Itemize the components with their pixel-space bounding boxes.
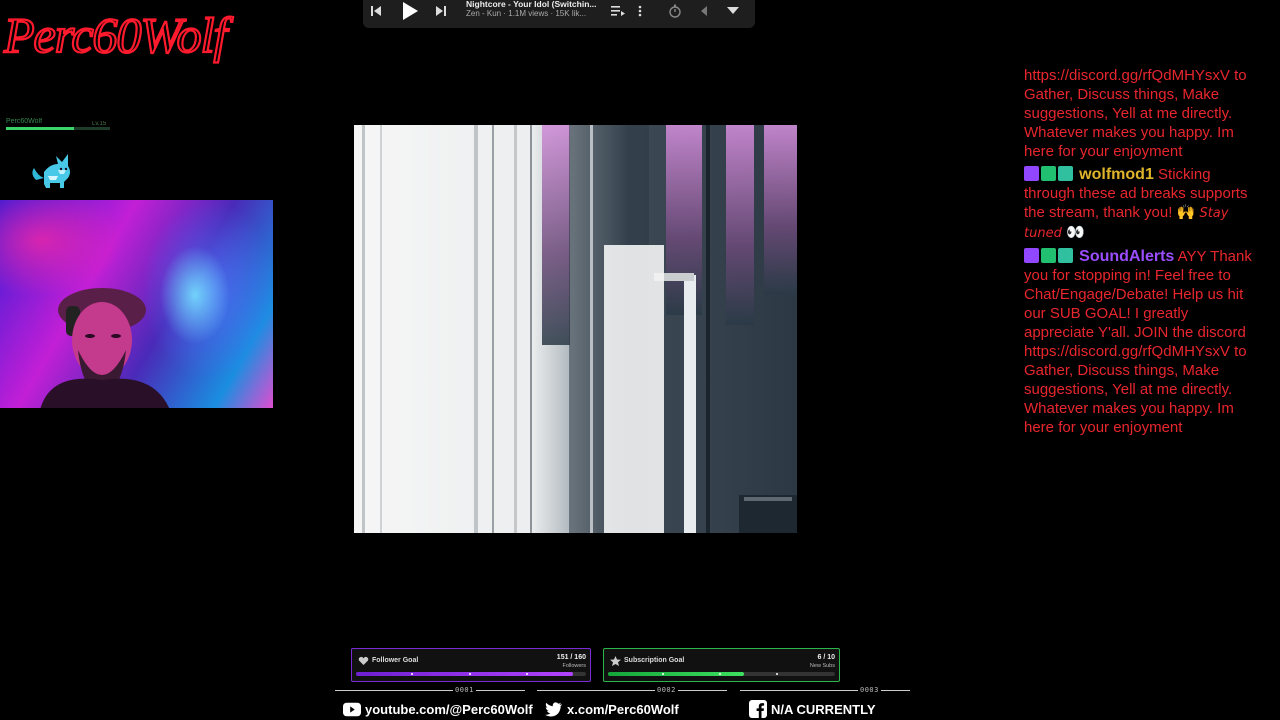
triangle-left-icon bbox=[701, 6, 707, 16]
webcam-feed bbox=[0, 200, 273, 408]
chat-username[interactable]: wolfmod1 bbox=[1079, 166, 1154, 183]
fox-mascot-icon bbox=[32, 154, 70, 188]
subscription-goal-track bbox=[608, 672, 835, 676]
twitch-badge-icon bbox=[1024, 166, 1039, 181]
stopwatch-icon bbox=[669, 4, 681, 18]
social-divider bbox=[335, 690, 525, 691]
social-divider bbox=[740, 690, 910, 691]
follower-goal-count: 151 / 160 bbox=[556, 654, 586, 661]
follower-goal-label: Follower Goal bbox=[372, 657, 419, 664]
x-link[interactable]: x.com/Perc60Wolf bbox=[545, 699, 679, 719]
social-index-2: 0002 bbox=[655, 686, 678, 694]
subscription-goal-widget: Subscription Goal 6 / 10 New Subs bbox=[603, 648, 840, 682]
music-video-frame bbox=[354, 125, 797, 533]
track-title: Nightcore - Your Idol (Switchin... bbox=[466, 0, 597, 9]
track-subtitle: Zen - Kun · 1.1M views · 15K lik... bbox=[466, 9, 587, 18]
moderator-badge-icon bbox=[1058, 248, 1073, 263]
social-index-1: 0001 bbox=[453, 686, 476, 694]
social-divider bbox=[537, 690, 727, 691]
channel-logo: Perc60Wolf bbox=[2, 6, 236, 64]
triangle-down-icon bbox=[727, 7, 739, 14]
streamer-silhouette bbox=[40, 288, 170, 408]
youtube-link[interactable]: youtube.com/@Perc60Wolf bbox=[343, 699, 533, 719]
goal-tick bbox=[775, 673, 778, 675]
more-vertical-icon bbox=[638, 5, 642, 17]
facebook-link-label: N/A CURRENTLY bbox=[771, 701, 876, 717]
media-player-bar: Nightcore - Your Idol (Switchin... Zen -… bbox=[363, 0, 755, 28]
more-options-button[interactable] bbox=[629, 0, 651, 22]
youtube-icon bbox=[343, 700, 361, 718]
twitter-bird-icon bbox=[545, 700, 563, 718]
social-index-3: 0003 bbox=[858, 686, 881, 694]
facebook-icon bbox=[749, 700, 767, 718]
play-button[interactable] bbox=[396, 0, 424, 24]
collapse-left-button[interactable] bbox=[693, 0, 715, 22]
twitch-badge-icon bbox=[1024, 248, 1039, 263]
edit-badge-icon bbox=[1041, 166, 1056, 181]
subscription-goal-count: 6 / 10 bbox=[817, 654, 835, 661]
play-icon bbox=[403, 2, 418, 20]
previous-track-button[interactable] bbox=[365, 0, 387, 22]
facebook-link[interactable]: N/A CURRENTLY bbox=[749, 699, 876, 719]
chat-message-text: AYY Thank you for stopping in! Feel free… bbox=[1024, 248, 1252, 436]
eyes-emote: 👀 bbox=[1066, 224, 1085, 241]
chat-username[interactable]: SoundAlerts bbox=[1079, 248, 1174, 265]
follower-goal-unit: Followers bbox=[562, 663, 586, 669]
goal-tick bbox=[468, 673, 471, 675]
chat-message: SoundAlerts AYY Thank you for stopping i… bbox=[1024, 247, 1252, 437]
next-track-button[interactable] bbox=[430, 0, 452, 22]
follower-goal-fill bbox=[356, 672, 574, 676]
mini-progress-bar bbox=[6, 127, 110, 130]
expand-down-button[interactable] bbox=[722, 0, 744, 22]
chat-message: wolfmod1 Sticking through these ad break… bbox=[1024, 165, 1252, 243]
follower-goal-widget: Follower Goal 151 / 160 Followers bbox=[351, 648, 591, 682]
video-content bbox=[354, 125, 797, 533]
chat-panel: https://discord.gg/rfQdMHYsxV to Gather,… bbox=[1024, 66, 1252, 441]
mini-progress-fill bbox=[6, 127, 74, 130]
chat-message-text: https://discord.gg/rfQdMHYsxV to Gather,… bbox=[1024, 67, 1247, 160]
queue-button[interactable] bbox=[607, 0, 629, 22]
chat-message: https://discord.gg/rfQdMHYsxV to Gather,… bbox=[1024, 66, 1252, 161]
star-icon bbox=[610, 656, 621, 666]
youtube-link-label: youtube.com/@Perc60Wolf bbox=[365, 701, 533, 717]
edit-badge-icon bbox=[1041, 248, 1056, 263]
playlist-icon bbox=[611, 6, 625, 16]
channel-logo-text: Perc60Wolf bbox=[3, 7, 233, 63]
follower-goal-track bbox=[356, 672, 586, 676]
subscription-goal-label: Subscription Goal bbox=[624, 657, 685, 664]
moderator-badge-icon bbox=[1058, 166, 1073, 181]
mini-channel-label: Perc60Wolf bbox=[6, 118, 43, 125]
previous-icon bbox=[371, 6, 381, 16]
subscription-goal-fill bbox=[608, 672, 745, 676]
next-icon bbox=[436, 6, 446, 16]
x-link-label: x.com/Perc60Wolf bbox=[567, 701, 679, 717]
heart-icon bbox=[358, 656, 369, 665]
timer-button[interactable] bbox=[664, 0, 686, 22]
subscription-goal-unit: New Subs bbox=[809, 663, 835, 669]
